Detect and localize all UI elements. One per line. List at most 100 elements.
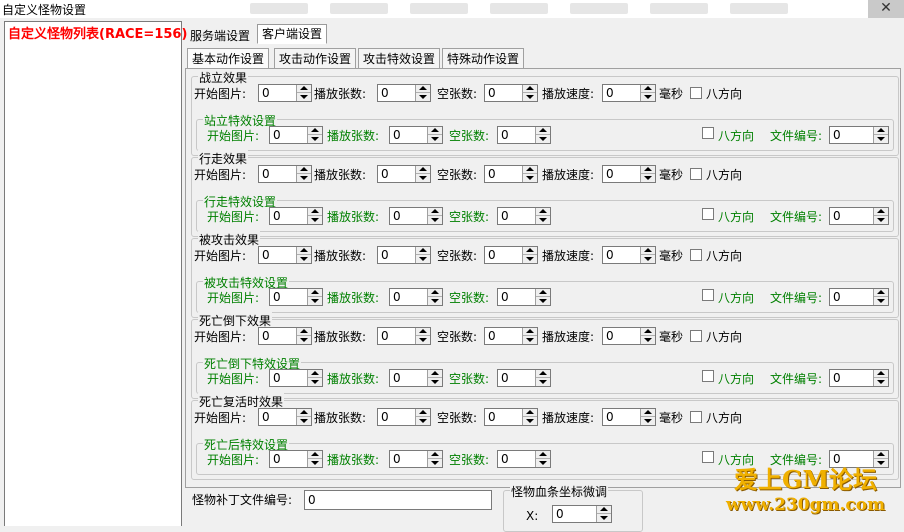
play-speed-stepper[interactable]: 0: [602, 408, 656, 426]
increment-icon[interactable]: [428, 370, 442, 378]
increment-icon[interactable]: [523, 85, 537, 93]
start-image-stepper[interactable]: 0: [258, 408, 312, 426]
decrement-icon[interactable]: [523, 93, 537, 101]
increment-icon[interactable]: [416, 247, 430, 255]
increment-icon[interactable]: [874, 289, 888, 297]
play-count-stepper[interactable]: 0: [377, 246, 431, 264]
fx-empty-count-stepper[interactable]: 0: [497, 126, 551, 144]
increment-icon[interactable]: [874, 208, 888, 216]
play-speed-stepper[interactable]: 0: [602, 327, 656, 345]
fx-eight-direction-checkbox[interactable]: [702, 451, 714, 463]
decrement-icon[interactable]: [428, 378, 442, 386]
increment-icon[interactable]: [308, 370, 322, 378]
eight-direction-checkbox[interactable]: [690, 168, 702, 180]
start-image-stepper[interactable]: 0: [258, 327, 312, 345]
monster-list[interactable]: 自定义怪物列表(RACE=156): [4, 21, 187, 526]
decrement-icon[interactable]: [428, 135, 442, 143]
decrement-icon[interactable]: [428, 216, 442, 224]
decrement-icon[interactable]: [641, 255, 655, 263]
fx-empty-count-stepper[interactable]: 0: [497, 288, 551, 306]
decrement-icon[interactable]: [523, 255, 537, 263]
empty-count-stepper[interactable]: 0: [484, 84, 538, 102]
eight-direction-checkbox[interactable]: [690, 87, 702, 99]
fx-start-image-stepper[interactable]: 0: [269, 369, 323, 387]
decrement-icon[interactable]: [597, 514, 611, 522]
start-image-stepper[interactable]: 0: [258, 246, 312, 264]
decrement-icon[interactable]: [536, 459, 550, 467]
increment-icon[interactable]: [641, 85, 655, 93]
increment-icon[interactable]: [536, 289, 550, 297]
increment-icon[interactable]: [874, 370, 888, 378]
tab-basic-actions[interactable]: 基本动作设置: [187, 48, 270, 69]
increment-icon[interactable]: [641, 247, 655, 255]
fx-eight-direction-checkbox[interactable]: [702, 127, 714, 139]
tab-attack-effects[interactable]: 攻击特效设置: [358, 48, 441, 68]
increment-icon[interactable]: [416, 85, 430, 93]
increment-icon[interactable]: [641, 328, 655, 336]
increment-icon[interactable]: [536, 208, 550, 216]
eight-direction-checkbox[interactable]: [690, 330, 702, 342]
patch-file-input[interactable]: 0: [304, 490, 492, 510]
increment-icon[interactable]: [536, 451, 550, 459]
decrement-icon[interactable]: [536, 297, 550, 305]
eight-direction-checkbox[interactable]: [690, 411, 702, 423]
increment-icon[interactable]: [523, 247, 537, 255]
fx-start-image-stepper[interactable]: 0: [269, 288, 323, 306]
fx-empty-count-stepper[interactable]: 0: [497, 369, 551, 387]
increment-icon[interactable]: [536, 127, 550, 135]
decrement-icon[interactable]: [416, 417, 430, 425]
tab-special-actions[interactable]: 特殊动作设置: [442, 48, 525, 68]
fx-eight-direction-checkbox[interactable]: [702, 208, 714, 220]
increment-icon[interactable]: [536, 370, 550, 378]
fx-file-number-stepper[interactable]: 0: [829, 207, 889, 225]
decrement-icon[interactable]: [641, 93, 655, 101]
increment-icon[interactable]: [416, 166, 430, 174]
decrement-icon[interactable]: [523, 417, 537, 425]
increment-icon[interactable]: [297, 166, 311, 174]
play-count-stepper[interactable]: 0: [377, 327, 431, 345]
decrement-icon[interactable]: [874, 297, 888, 305]
decrement-icon[interactable]: [297, 255, 311, 263]
increment-icon[interactable]: [416, 328, 430, 336]
fx-empty-count-stepper[interactable]: 0: [497, 207, 551, 225]
decrement-icon[interactable]: [308, 297, 322, 305]
fx-play-count-stepper[interactable]: 0: [389, 450, 443, 468]
increment-icon[interactable]: [428, 208, 442, 216]
decrement-icon[interactable]: [428, 297, 442, 305]
fx-start-image-stepper[interactable]: 0: [269, 207, 323, 225]
decrement-icon[interactable]: [416, 174, 430, 182]
increment-icon[interactable]: [297, 85, 311, 93]
decrement-icon[interactable]: [297, 336, 311, 344]
fx-play-count-stepper[interactable]: 0: [389, 207, 443, 225]
increment-icon[interactable]: [308, 127, 322, 135]
fx-start-image-stepper[interactable]: 0: [269, 126, 323, 144]
decrement-icon[interactable]: [428, 459, 442, 467]
tab-server-settings[interactable]: 服务端设置: [185, 26, 255, 46]
decrement-icon[interactable]: [536, 135, 550, 143]
fx-play-count-stepper[interactable]: 0: [389, 288, 443, 306]
play-speed-stepper[interactable]: 0: [602, 84, 656, 102]
play-speed-stepper[interactable]: 0: [602, 165, 656, 183]
increment-icon[interactable]: [416, 409, 430, 417]
increment-icon[interactable]: [523, 409, 537, 417]
empty-count-stepper[interactable]: 0: [484, 327, 538, 345]
close-icon[interactable]: ✕: [868, 0, 904, 18]
increment-icon[interactable]: [641, 166, 655, 174]
play-count-stepper[interactable]: 0: [377, 84, 431, 102]
increment-icon[interactable]: [641, 409, 655, 417]
tab-attack-actions[interactable]: 攻击动作设置: [274, 48, 357, 68]
increment-icon[interactable]: [523, 166, 537, 174]
decrement-icon[interactable]: [416, 93, 430, 101]
fx-start-image-stepper[interactable]: 0: [269, 450, 323, 468]
fx-eight-direction-checkbox[interactable]: [702, 370, 714, 382]
decrement-icon[interactable]: [641, 417, 655, 425]
empty-count-stepper[interactable]: 0: [484, 165, 538, 183]
decrement-icon[interactable]: [297, 417, 311, 425]
decrement-icon[interactable]: [536, 216, 550, 224]
increment-icon[interactable]: [297, 409, 311, 417]
increment-icon[interactable]: [874, 451, 888, 459]
play-count-stepper[interactable]: 0: [377, 408, 431, 426]
decrement-icon[interactable]: [416, 255, 430, 263]
increment-icon[interactable]: [874, 127, 888, 135]
fx-eight-direction-checkbox[interactable]: [702, 289, 714, 301]
